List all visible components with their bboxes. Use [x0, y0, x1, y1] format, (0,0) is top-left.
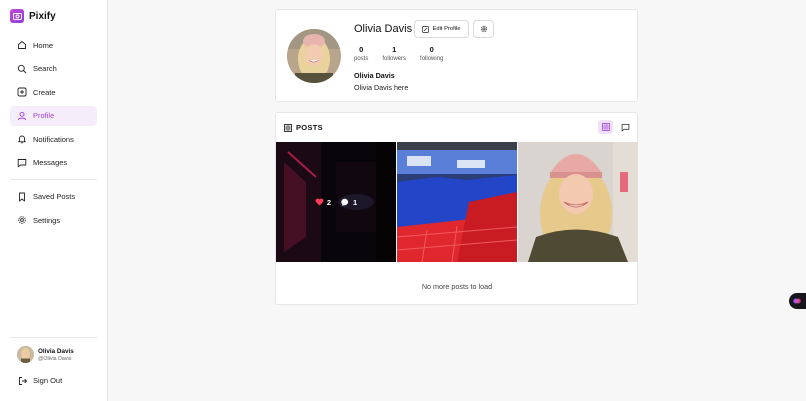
post-likes-count: 2 — [326, 197, 331, 207]
post-tile[interactable] — [518, 142, 638, 262]
edit-profile-button[interactable]: Edit Profile — [414, 20, 469, 38]
post-tile[interactable]: 2 1 — [276, 142, 396, 262]
sign-out-label: Sign Out — [33, 376, 63, 385]
bookmark-icon — [16, 191, 27, 202]
stat-followers[interactable]: 1 followers — [382, 45, 406, 62]
profile-stats: 0 posts 1 followers 0 following — [354, 45, 457, 62]
profile-username: Olivia Davis — [354, 23, 413, 35]
posts-card: POSTS 2 1 No more posts to load — [275, 112, 638, 305]
current-user-name: Olivia Davis — [38, 347, 74, 355]
sidebar-item-label: Saved Posts — [33, 192, 76, 201]
posts-grid: 2 1 — [276, 142, 638, 262]
avatar — [17, 346, 34, 363]
stat-posts: 0 posts — [354, 45, 368, 62]
sidebar-item-notifications[interactable]: Notifications — [10, 129, 97, 149]
grid-view-button[interactable] — [598, 120, 613, 134]
sidebar-item-label: Messages — [33, 158, 68, 167]
sidebar-item-label: Notifications — [33, 134, 74, 144]
camera-icon — [10, 9, 24, 23]
bell-icon — [16, 134, 27, 145]
stat-value: 0 — [429, 45, 434, 54]
sidebar-item-label: Settings — [33, 215, 61, 225]
profile-display-name: Olivia Davis — [354, 71, 395, 80]
profile-bio: Olivia Davis here — [354, 83, 409, 92]
sidebar: Pixify Home Search Create Profile Notifi… — [0, 0, 108, 401]
stat-label: followers — [382, 56, 407, 62]
widget-icon — [793, 297, 801, 305]
sidebar-item-label: Profile — [33, 111, 55, 120]
user-icon — [16, 110, 27, 121]
current-user[interactable]: Olivia Davis @Olivia Davis — [17, 346, 97, 363]
grid-icon — [284, 123, 292, 132]
sidebar-item-profile[interactable]: Profile — [10, 105, 97, 126]
sidebar-item-label: Home — [33, 40, 54, 50]
post-tile[interactable] — [397, 142, 517, 262]
stat-following[interactable]: 0 following — [420, 45, 443, 62]
post-image — [518, 142, 638, 262]
sidebar-item-search[interactable]: Search — [10, 59, 97, 79]
sidebar-item-label: Search — [33, 64, 57, 73]
gear-icon — [16, 215, 27, 226]
stat-label: following — [420, 56, 444, 62]
plus-square-icon — [16, 87, 27, 98]
profile-settings-button[interactable] — [473, 20, 494, 38]
grid-icon — [601, 123, 610, 131]
current-user-panel: Olivia Davis @Olivia Davis Sign Out — [10, 337, 97, 386]
stat-value: 0 — [359, 45, 364, 54]
home-icon — [16, 40, 27, 51]
post-likes: 2 — [315, 198, 331, 207]
sidebar-item-settings[interactable]: Settings — [10, 210, 97, 230]
heart-icon — [315, 198, 324, 206]
sidebar-item-label: Create — [33, 87, 56, 97]
edit-profile-label: Edit Profile — [432, 26, 461, 32]
posts-header: POSTS — [284, 123, 323, 132]
profile-card: Olivia Davis Edit Profile 0 posts 1 foll… — [275, 9, 638, 102]
message-icon — [621, 123, 630, 132]
floating-widget[interactable] — [789, 293, 806, 309]
sidebar-item-saved-posts[interactable]: Saved Posts — [10, 187, 97, 207]
stat-label: posts — [354, 56, 369, 62]
end-of-posts-message: No more posts to load — [421, 282, 493, 291]
posts-title: POSTS — [296, 123, 323, 132]
sidebar-item-home[interactable]: Home — [10, 35, 97, 55]
stat-value: 1 — [392, 45, 397, 54]
search-icon — [16, 63, 27, 74]
post-image — [397, 142, 517, 262]
post-hover-overlay: 2 1 — [276, 142, 396, 262]
app-logo[interactable]: Pixify — [10, 9, 56, 23]
current-user-handle: @Olivia Davis — [38, 355, 72, 362]
app-name: Pixify — [29, 10, 56, 22]
main-nav: Home Search Create Profile Notifications… — [10, 35, 97, 234]
edit-icon — [422, 25, 430, 33]
sign-out-button[interactable]: Sign Out — [17, 375, 97, 386]
comments-view-button[interactable] — [618, 120, 633, 134]
logout-icon — [17, 375, 28, 386]
profile-avatar — [287, 29, 341, 83]
sidebar-item-messages[interactable]: Messages — [10, 153, 97, 173]
post-comments-count: 1 — [353, 197, 358, 207]
message-icon — [16, 157, 27, 168]
post-comments: 1 — [341, 198, 357, 207]
sidebar-item-create[interactable]: Create — [10, 82, 97, 102]
comment-icon — [341, 198, 350, 207]
gear-icon — [480, 25, 488, 33]
nav-divider — [10, 178, 97, 180]
